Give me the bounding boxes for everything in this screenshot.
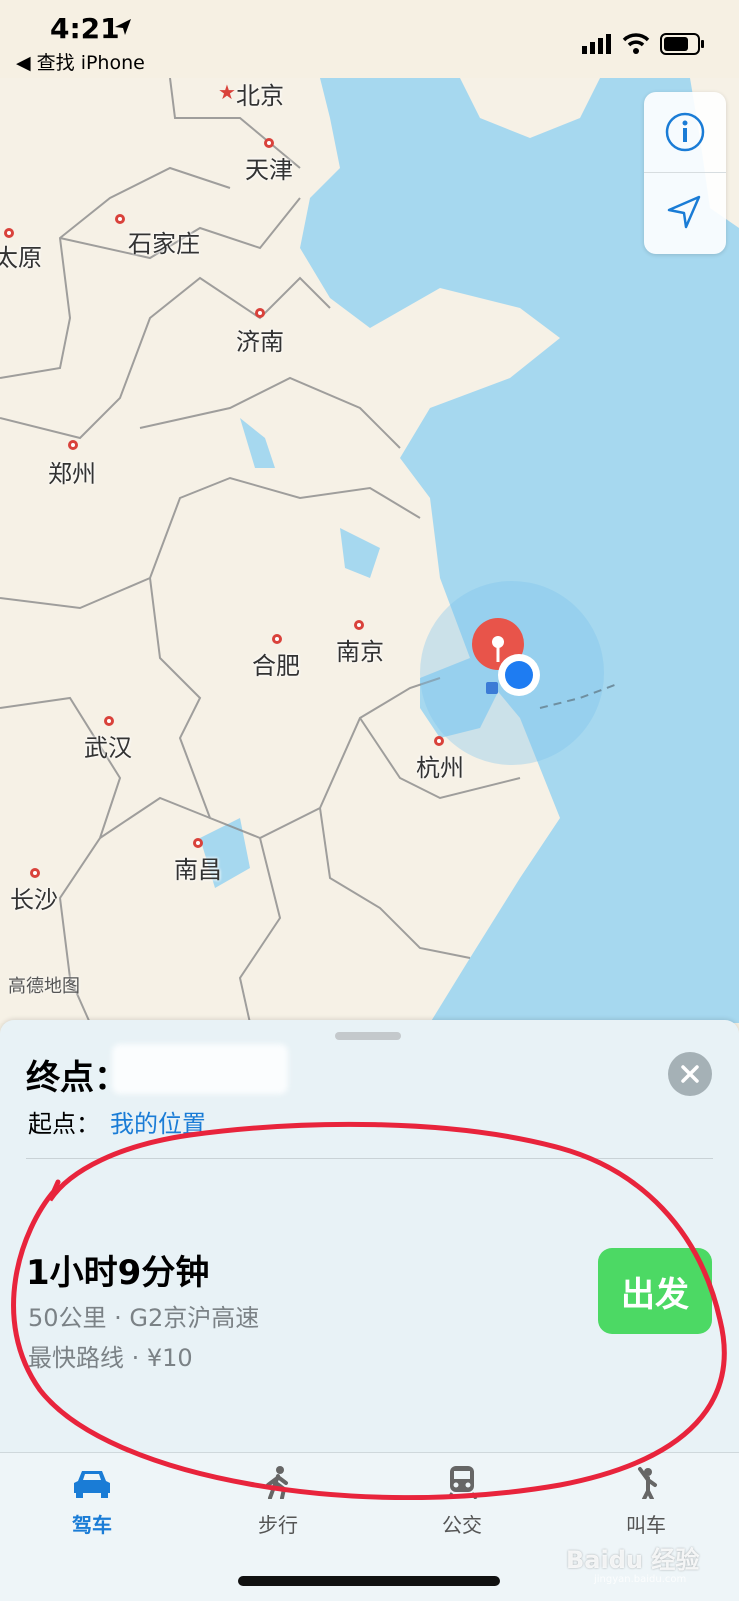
watermark-logo: Baidu 经验: [566, 1546, 700, 1574]
go-button[interactable]: 出发: [598, 1248, 712, 1334]
city-marker: [264, 138, 274, 148]
back-to-app-link[interactable]: ◀ 查找 iPhone: [16, 48, 145, 75]
city-marker: [30, 868, 40, 878]
locate-me-button[interactable]: [644, 172, 726, 252]
origin-value-link[interactable]: 我的位置: [110, 1104, 206, 1139]
city-label-taiyuan[interactable]: 太原: [0, 238, 42, 273]
city-label-wuhan[interactable]: 武汉: [84, 728, 132, 763]
city-marker: [68, 440, 78, 450]
capital-star-icon: ★: [218, 80, 236, 104]
divider: [26, 1158, 713, 1159]
tab-label: 驾车: [72, 1513, 112, 1537]
battery-icon: [660, 33, 704, 55]
city-label-tianjin[interactable]: 天津: [245, 150, 293, 185]
walk-icon: [266, 1466, 288, 1500]
city-marker: [354, 620, 364, 630]
city-label-nanjing[interactable]: 南京: [336, 632, 384, 667]
hail-icon: [638, 1467, 657, 1501]
city-marker: [4, 228, 14, 238]
city-marker: [115, 214, 125, 224]
city-marker: [434, 736, 444, 746]
city-marker: [255, 308, 265, 318]
tab-ride-hail[interactable]: 叫车: [586, 1465, 706, 1538]
map-controls: [644, 92, 726, 254]
origin-label: 起点：: [28, 1110, 100, 1138]
sheet-grabber[interactable]: [335, 1032, 401, 1040]
city-label-nanchang[interactable]: 南昌: [174, 850, 222, 885]
destination-redacted: [112, 1044, 288, 1094]
train-icon: [446, 1466, 478, 1500]
home-indicator[interactable]: [238, 1576, 500, 1586]
route-duration[interactable]: 1小时9分钟: [26, 1245, 209, 1294]
city-label-jinan[interactable]: 济南: [236, 322, 284, 357]
car-icon: [74, 1471, 110, 1498]
map-view[interactable]: ★ 北京 天津 石家庄 太原 济南 郑州 合肥 南京 杭州 武汉 南昌 长沙 高…: [0, 78, 739, 1023]
tab-label: 公交: [442, 1513, 482, 1537]
city-label-zhengzhou[interactable]: 郑州: [48, 454, 96, 489]
city-label-changsha[interactable]: 长沙: [10, 880, 58, 915]
tab-label: 步行: [258, 1513, 298, 1537]
city-marker: [193, 838, 203, 848]
status-bar: 4:21 ◀ 查找 iPhone: [0, 0, 739, 78]
current-location-icon: [498, 654, 540, 696]
watermark-url: jingyan.baidu.com: [594, 1574, 687, 1585]
city-marker: [272, 634, 282, 644]
info-icon: [665, 112, 705, 152]
map-canvas: [0, 78, 739, 1023]
tab-transit[interactable]: 公交: [402, 1465, 522, 1538]
city-label-hefei[interactable]: 合肥: [252, 646, 300, 681]
location-arrow-icon: [667, 195, 701, 229]
wifi-icon: [622, 33, 650, 54]
tab-walk[interactable]: 步行: [218, 1465, 338, 1538]
city-label-shijiazhuang[interactable]: 石家庄: [128, 224, 200, 259]
city-label-beijing[interactable]: 北京: [236, 78, 284, 111]
route-distance-road: 50公里 · G2京沪高速: [28, 1304, 260, 1332]
info-button[interactable]: [644, 92, 726, 173]
city-marker: [104, 716, 114, 726]
location-services-icon: [115, 19, 131, 35]
close-button[interactable]: [668, 1052, 712, 1096]
status-time: 4:21: [50, 12, 120, 45]
cellular-signal-icon: [582, 34, 611, 54]
city-label-hangzhou[interactable]: 杭州: [416, 748, 464, 783]
tab-drive[interactable]: 驾车: [32, 1465, 152, 1538]
close-icon: [681, 1065, 699, 1083]
map-attribution: 高德地图: [8, 976, 80, 997]
tab-label: 叫车: [626, 1513, 666, 1537]
route-type-toll: 最快路线 · ¥10: [28, 1344, 193, 1372]
